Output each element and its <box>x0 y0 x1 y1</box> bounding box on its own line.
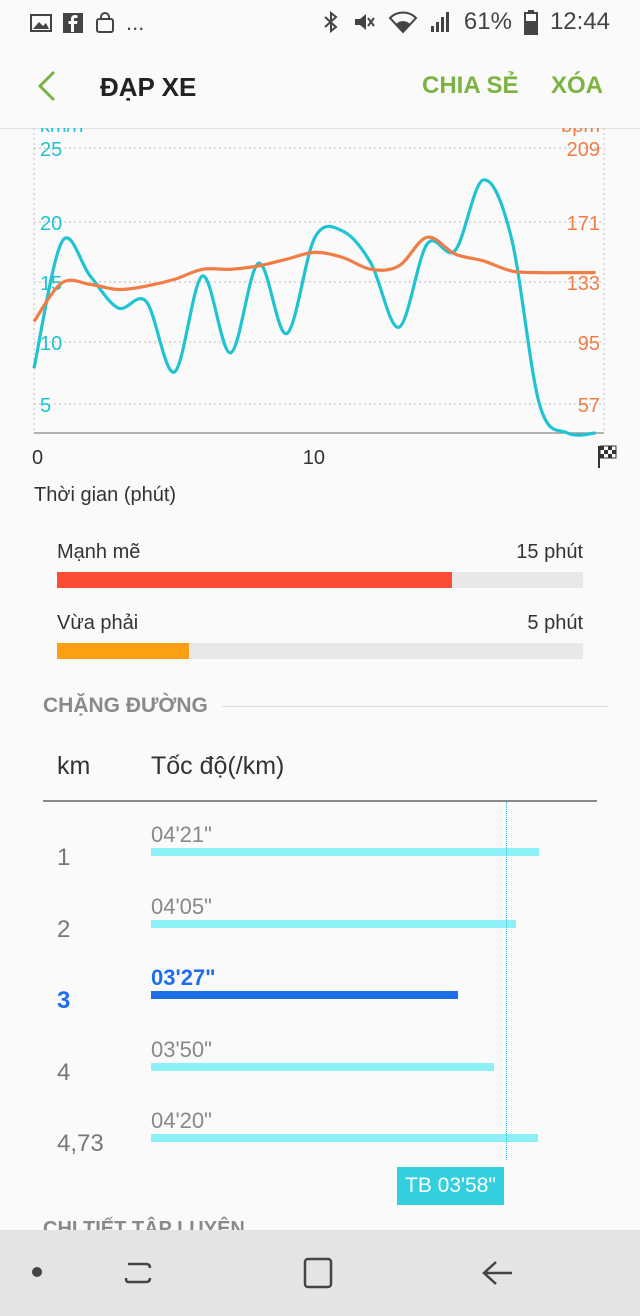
split-km: 2 <box>57 916 71 943</box>
right-axis-unit: bpm <box>561 128 600 137</box>
split-km: 4 <box>57 1059 71 1086</box>
left-tick-label: 25 <box>40 139 62 161</box>
split-pace: 04'05" <box>151 894 212 919</box>
right-tick-label: 95 <box>578 333 600 355</box>
speed-series-line <box>32 178 596 437</box>
split-bar <box>151 991 458 999</box>
page-title: ĐẠP XE <box>100 72 197 102</box>
app-bar: ĐẠP XE CHIA SẺ XÓA <box>0 44 640 129</box>
column-pace: Tốc độ(/km) <box>151 752 285 780</box>
shopping-bag-icon <box>96 12 114 33</box>
finish-flag-icon <box>598 445 617 468</box>
x-tick-label: 10 <box>303 447 325 469</box>
split-row: 4 03'50" <box>43 1037 597 1107</box>
split-km: 3 <box>57 987 71 1014</box>
split-km: 1 <box>57 844 71 871</box>
bluetooth-icon <box>324 10 338 34</box>
split-bar <box>151 920 516 928</box>
facebook-icon <box>63 13 83 33</box>
more-notifications: ... <box>126 10 145 35</box>
right-tick-label: 133 <box>567 273 600 295</box>
intensity-label: Mạnh mẽ <box>57 541 141 563</box>
splits-heading: CHẶNG ĐƯỜNG <box>43 694 608 718</box>
split-row: 4,73 04'20" <box>43 1108 597 1178</box>
splits-heading-text: CHẶNG ĐƯỜNG <box>43 694 208 717</box>
back-icon[interactable] <box>478 1254 518 1292</box>
left-axis-unit: km/h <box>40 128 83 137</box>
left-tick-label: 5 <box>40 395 51 417</box>
intensity-moderate: Vừa phải 5 phút <box>57 612 583 659</box>
intensity-fill <box>57 643 189 659</box>
back-arrow-icon[interactable] <box>30 66 66 106</box>
gallery-icon <box>30 14 52 32</box>
clock: 12:44 <box>549 8 610 35</box>
split-pace: 03'27" <box>151 965 216 990</box>
split-km: 4,73 <box>57 1130 104 1157</box>
left-tick-label: 10 <box>40 333 62 355</box>
intensity-track <box>57 572 583 588</box>
right-tick-label: 57 <box>578 395 600 417</box>
x-tick-label: 0 <box>32 447 43 469</box>
split-bar <box>151 1134 538 1142</box>
intensity-value: 5 phút <box>527 612 583 634</box>
speed-heart-rate-chart: km/hbpm2520151052091711339557010 <box>32 128 617 469</box>
navigation-bar <box>0 1230 640 1316</box>
battery-percent: 61% <box>463 8 512 35</box>
split-row: 1 04'21" <box>43 822 597 892</box>
status-bar: ... 61% 12:44 <box>0 0 640 44</box>
share-button[interactable]: CHIA SẺ <box>422 72 518 100</box>
column-km: km <box>57 752 91 780</box>
nav-dot-icon[interactable] <box>32 1267 42 1277</box>
split-row: 2 04'05" <box>43 894 597 964</box>
divider <box>221 705 608 707</box>
intensity-value: 15 phút <box>516 541 583 563</box>
battery-icon <box>523 10 538 35</box>
signal-icon <box>430 12 449 32</box>
delete-button[interactable]: XÓA <box>551 72 603 100</box>
intensity-label: Vừa phải <box>57 612 139 634</box>
split-bar <box>151 848 539 856</box>
split-row: 3 03'27" <box>43 965 597 1035</box>
splits-table-header: km Tốc độ(/km) <box>43 742 597 802</box>
left-tick-label: 20 <box>40 213 62 235</box>
split-pace: 04'21" <box>151 822 212 847</box>
intensity-fill <box>57 572 452 588</box>
right-tick-label: 171 <box>567 213 600 235</box>
split-pace: 04'20" <box>151 1108 212 1133</box>
right-tick-label: 209 <box>567 139 600 161</box>
recent-apps-icon[interactable] <box>120 1254 160 1292</box>
split-bar <box>151 1063 494 1071</box>
average-pace-line <box>506 802 507 1160</box>
home-icon[interactable] <box>298 1254 338 1292</box>
average-pace-badge: TB 03'58" <box>397 1167 504 1205</box>
mute-icon <box>354 14 375 30</box>
x-axis-label: Thời gian (phút) <box>34 484 177 506</box>
intensity-track <box>57 643 583 659</box>
intensity-vigorous: Mạnh mẽ 15 phút <box>57 541 583 588</box>
wifi-icon <box>388 11 418 34</box>
split-pace: 03'50" <box>151 1037 212 1062</box>
